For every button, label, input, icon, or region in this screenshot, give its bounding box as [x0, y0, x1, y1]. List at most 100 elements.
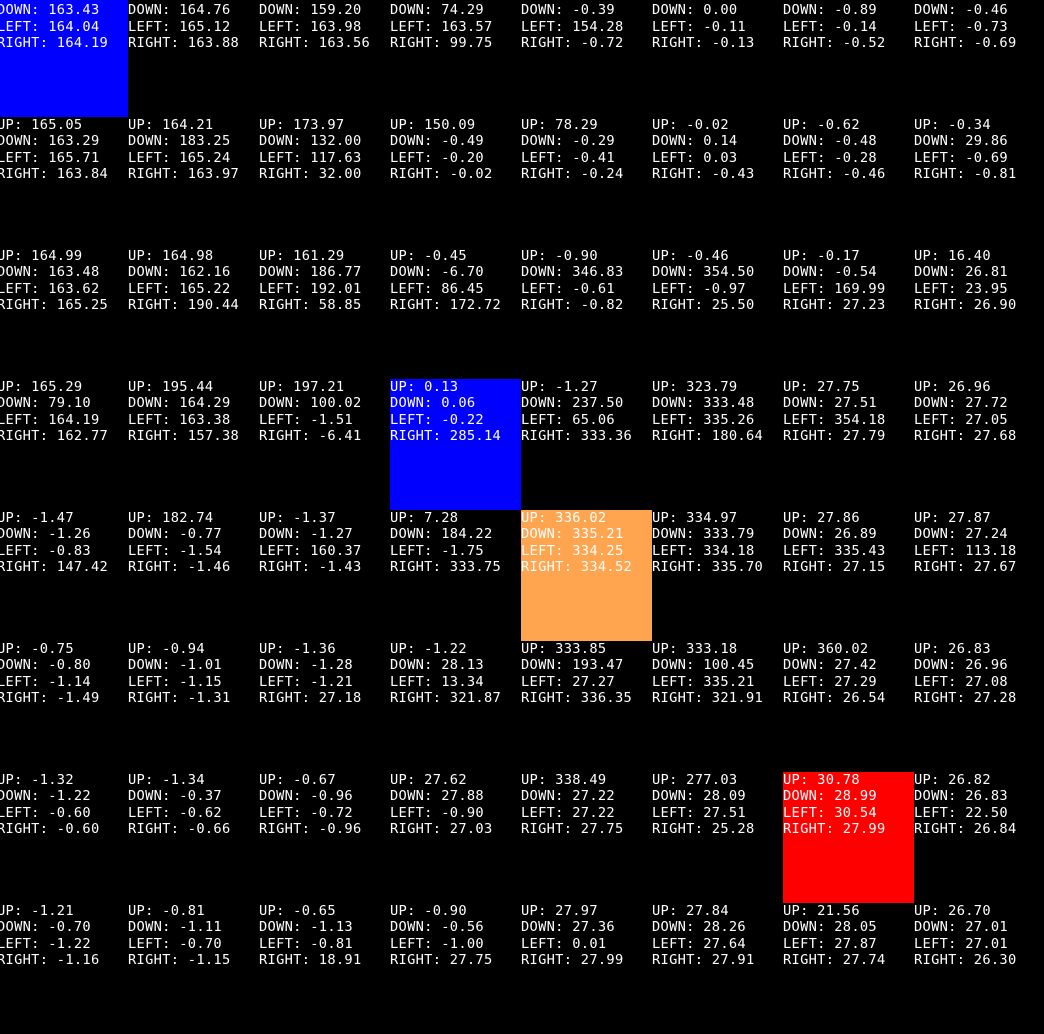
direction-label-down: DOWN: [128, 2, 180, 19]
grid-cell: UP: -1.32 DOWN: -1.22 LEFT: -0.60 RIGHT: -0… [0, 772, 128, 903]
q-value-down: DOWN: 27.51 [783, 395, 914, 411]
q-value-number: -0.52 [842, 35, 886, 52]
direction-label-down: DOWN: [259, 919, 311, 936]
q-value-right: RIGHT: 27.75 [390, 952, 521, 968]
q-value-left: LEFT: -1.51 [259, 412, 390, 428]
direction-label-down: DOWN: [259, 526, 311, 543]
q-value-number: 169.99 [834, 280, 886, 297]
q-value-down: DOWN: 186.77 [259, 264, 390, 280]
q-values: UP: 0.45DOWN: 74.29LEFT: 163.57RIGHT: 99… [390, 0, 521, 52]
q-value-right: RIGHT: 190.44 [128, 297, 259, 313]
direction-label-up: UP: [0, 772, 32, 788]
q-value-left: LEFT: -0.41 [521, 150, 652, 166]
q-value-left: LEFT: -0.97 [652, 281, 783, 297]
direction-label-right: RIGHT: [783, 297, 843, 314]
q-value-right: RIGHT: 333.36 [521, 428, 652, 444]
q-value-number: -0.80 [48, 657, 91, 674]
direction-label-left: LEFT: [783, 935, 835, 952]
q-values: UP: 333.18 DOWN: 100.45 LEFT: 335.21 RIGHT:… [652, 641, 783, 707]
q-values: UP: 0.13 DOWN: 0.06 LEFT: -0.22 RIGHT: 285.… [390, 379, 521, 445]
direction-label-down: DOWN: [783, 526, 835, 543]
q-value-left: LEFT: -1.14 [0, 674, 128, 690]
q-value-number: -0.56 [441, 919, 484, 936]
q-value-number: -0.49 [441, 133, 484, 150]
q-value-number: 346.83 [572, 264, 624, 281]
direction-label-left: LEFT: [914, 18, 966, 35]
direction-label-left: LEFT: [390, 935, 442, 952]
q-value-number: 164.98 [162, 248, 214, 264]
direction-label-down: DOWN: [914, 264, 966, 281]
q-value-right: RIGHT: -0.52 [783, 35, 914, 51]
direction-label-up: UP: [390, 117, 425, 133]
q-value-right: RIGHT: 335.70 [652, 559, 783, 575]
q-value-number: -0.28 [834, 149, 877, 166]
q-value-down: DOWN: -0.29 [521, 133, 652, 149]
q-value-right: RIGHT: -6.41 [259, 428, 390, 444]
direction-label-up: UP: [521, 641, 556, 657]
q-value-left: LEFT: 163.38 [128, 412, 259, 428]
direction-label-right: RIGHT: [0, 297, 57, 314]
q-value-up: UP: 360.02 [783, 641, 914, 657]
q-value-right: RIGHT: -1.43 [259, 559, 390, 575]
direction-label-down: DOWN: [390, 526, 442, 543]
q-value-up: UP: 195.44 [128, 379, 259, 395]
grid-cell: UP: -0.39DOWN: -0.46LEFT: -0.73RIGHT: -0… [914, 0, 1044, 117]
direction-label-down: DOWN: [0, 919, 49, 936]
q-value-number: -1.47 [31, 510, 74, 526]
direction-label-right: RIGHT: [390, 690, 450, 707]
direction-label-right: RIGHT: [652, 428, 712, 445]
direction-label-right: RIGHT: [783, 166, 843, 183]
q-value-number: 27.75 [817, 379, 860, 395]
q-value-right: RIGHT: -0.60 [0, 821, 128, 837]
q-value-up: UP: 323.79 [652, 379, 783, 395]
direction-label-down: DOWN: [0, 264, 49, 281]
q-value-number: 27.79 [842, 428, 886, 445]
grid-cell: UP: 165.05 DOWN: 163.29 LEFT: 165.71 RIGHT:… [0, 117, 128, 248]
q-value-grid: UP: 163.87DOWN: 163.43LEFT: 164.04RIGHT:… [0, 0, 1044, 1034]
q-values: UP: 27.75 DOWN: 27.51 LEFT: 354.18 RIGHT: 2… [783, 379, 914, 445]
q-value-up: UP: 27.84 [652, 903, 783, 919]
grid-cell: UP: -0.45 DOWN: -6.70 LEFT: 86.45 RIGHT: 17… [390, 248, 521, 379]
direction-label-left: LEFT: [521, 280, 573, 297]
q-value-left: LEFT: 165.71 [0, 150, 128, 166]
q-value-number: -1.22 [48, 788, 91, 805]
q-value-left: LEFT: 335.21 [652, 674, 783, 690]
q-value-right: RIGHT: 27.15 [783, 559, 914, 575]
q-value-number: -1.43 [318, 559, 362, 576]
q-value-right: RIGHT: -0.81 [914, 166, 1044, 182]
direction-label-up: UP: [259, 379, 294, 395]
q-value-number: 132.00 [310, 133, 362, 150]
direction-label-up: UP: [652, 772, 687, 788]
grid-cell: UP: -1.36 DOWN: -1.28 LEFT: -1.21 RIGHT: 27… [259, 641, 390, 772]
direction-label-down: DOWN: [0, 133, 49, 150]
q-value-number: -1.75 [441, 542, 484, 559]
q-value-number: 193.47 [572, 657, 624, 674]
q-value-number: -0.39 [572, 2, 615, 19]
q-value-left: LEFT: 22.50 [914, 805, 1044, 821]
q-value-left: LEFT: 23.95 [914, 281, 1044, 297]
q-value-number: 27.99 [580, 952, 624, 969]
grid-cell: UP: -0.75 DOWN: -0.80 LEFT: -1.14 RIGHT: -1… [0, 641, 128, 772]
q-value-number: 26.83 [965, 788, 1008, 805]
direction-label-right: RIGHT: [652, 297, 712, 314]
q-value-number: 336.02 [555, 510, 607, 526]
direction-label-left: LEFT: [259, 542, 311, 559]
q-value-down: DOWN: 354.50 [652, 264, 783, 280]
q-values: UP: 338.49 DOWN: 27.22 LEFT: 27.22 RIGHT: 2… [521, 772, 652, 838]
q-value-number: -0.81 [973, 166, 1017, 183]
direction-label-down: DOWN: [914, 919, 966, 936]
direction-label-up: UP: [521, 379, 556, 395]
direction-label-up: UP: [652, 117, 687, 133]
q-value-number: 27.15 [842, 559, 886, 576]
direction-label-down: DOWN: [652, 657, 704, 674]
q-value-down: DOWN: 162.16 [128, 264, 259, 280]
direction-label-left: LEFT: [652, 804, 704, 821]
grid-cell: UP: 27.62 DOWN: 27.88 LEFT: -0.90 RIGHT: 27… [390, 772, 521, 903]
q-value-down: DOWN: 333.48 [652, 395, 783, 411]
q-value-number: -0.11 [703, 18, 746, 35]
direction-label-down: DOWN: [128, 395, 180, 412]
grid-cell: UP: -0.62 DOWN: -0.48 LEFT: -0.28 RIGHT: -0… [783, 117, 914, 248]
q-value-number: 27.24 [965, 526, 1008, 543]
direction-label-right: RIGHT: [914, 690, 974, 707]
q-value-up: UP: 197.21 [259, 379, 390, 395]
